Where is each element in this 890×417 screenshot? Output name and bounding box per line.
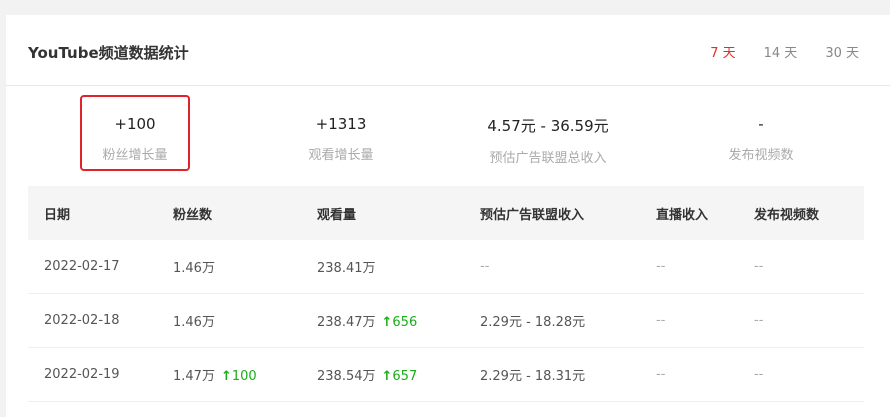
stat-value: 4.57元 - 36.59元 xyxy=(487,117,609,135)
stat-label: 观看增长量 xyxy=(308,148,374,163)
column-header-ad-revenue: 预估广告联盟收入 xyxy=(480,207,585,223)
cell-live-revenue: -- xyxy=(656,259,666,274)
stat-value: +100 xyxy=(114,115,156,133)
views-increase: ↑657 xyxy=(382,369,418,384)
cell-videos: -- xyxy=(754,367,764,382)
cell-ad-revenue: -- xyxy=(480,259,490,274)
stat-views-growth: +1313 观看增长量 xyxy=(286,87,396,163)
tab-14-days[interactable]: 14 天 xyxy=(764,42,798,61)
cell-date: 2022-02-17 xyxy=(44,259,120,274)
cell-fans: 1.47万 ↑100 xyxy=(173,365,257,384)
stat-value: - xyxy=(758,115,764,133)
cell-videos: -- xyxy=(754,259,764,274)
arrow-up-icon: ↑ xyxy=(381,369,393,384)
column-header-date: 日期 xyxy=(44,207,71,223)
stat-value: +1313 xyxy=(315,115,367,133)
views-increase: ↑656 xyxy=(382,315,418,330)
cell-videos: -- xyxy=(754,313,764,328)
views-increase-value: 656 xyxy=(392,315,418,330)
arrow-up-icon: ↑ xyxy=(381,315,393,330)
column-header-views: 观看量 xyxy=(317,207,357,223)
cell-date: 2022-02-19 xyxy=(44,367,120,382)
cell-ad-revenue: 2.29元 - 18.31元 xyxy=(480,369,586,384)
views-increase-value: 657 xyxy=(392,369,418,384)
cell-fans: 1.46万 xyxy=(173,261,215,276)
fans-increase: ↑100 xyxy=(221,369,257,384)
table-row: 2022-02-17 1.46万 238.41万 -- -- -- xyxy=(28,240,864,294)
stat-label: 发布视频数 xyxy=(728,148,794,163)
cell-views: 238.54万 ↑657 xyxy=(317,365,417,384)
column-header-videos: 发布视频数 xyxy=(754,207,820,223)
cell-ad-revenue: 2.29元 - 18.28元 xyxy=(480,315,586,330)
column-header-live-revenue: 直播收入 xyxy=(656,207,709,223)
tab-7-days[interactable]: 7 天 xyxy=(710,42,735,61)
table-row: 2022-02-18 1.46万 238.47万 ↑656 2.29元 - 18.… xyxy=(28,294,864,348)
summary-stats: +100 粉丝增长量 +1313 观看增长量 4.57元 - 36.59元 预估… xyxy=(6,87,890,187)
range-tabs: 7 天 14 天 30 天 xyxy=(682,42,859,61)
table-row: 2022-02-19 1.47万 ↑100 238.54万 ↑657 2.29元 -… xyxy=(28,348,864,402)
cell-live-revenue: -- xyxy=(656,313,666,328)
stat-label: 粉丝增长量 xyxy=(102,148,168,163)
cell-date: 2022-02-18 xyxy=(44,313,120,328)
column-header-fans: 粉丝数 xyxy=(173,207,213,223)
stat-fans-growth: +100 粉丝增长量 xyxy=(80,95,190,171)
stat-label: 预估广告联盟总收入 xyxy=(489,151,607,166)
daily-data-table: 日期 粉丝数 观看量 预估广告联盟收入 直播收入 发布视频数 2022-02-1… xyxy=(28,186,864,402)
page-title: YouTube频道数据统计 xyxy=(28,44,189,62)
views-value: 238.47万 xyxy=(317,315,376,330)
stats-card: YouTube频道数据统计 7 天 14 天 30 天 +100 粉丝增长量 +… xyxy=(6,15,890,417)
cell-live-revenue: -- xyxy=(656,367,666,382)
table-header: 日期 粉丝数 观看量 预估广告联盟收入 直播收入 发布视频数 xyxy=(28,186,864,240)
cell-views: 238.41万 xyxy=(317,261,376,276)
card-header: YouTube频道数据统计 7 天 14 天 30 天 xyxy=(6,15,890,86)
cell-fans: 1.46万 xyxy=(173,315,215,330)
fans-value: 1.47万 xyxy=(173,369,215,384)
views-value: 238.54万 xyxy=(317,369,376,384)
arrow-up-icon: ↑ xyxy=(220,369,232,384)
cell-views: 238.47万 ↑656 xyxy=(317,311,417,330)
stat-ad-revenue: 4.57元 - 36.59元 预估广告联盟总收入 xyxy=(468,87,628,166)
stat-videos-published: - 发布视频数 xyxy=(706,87,816,163)
tab-30-days[interactable]: 30 天 xyxy=(825,42,859,61)
fans-increase-value: 100 xyxy=(231,369,257,384)
